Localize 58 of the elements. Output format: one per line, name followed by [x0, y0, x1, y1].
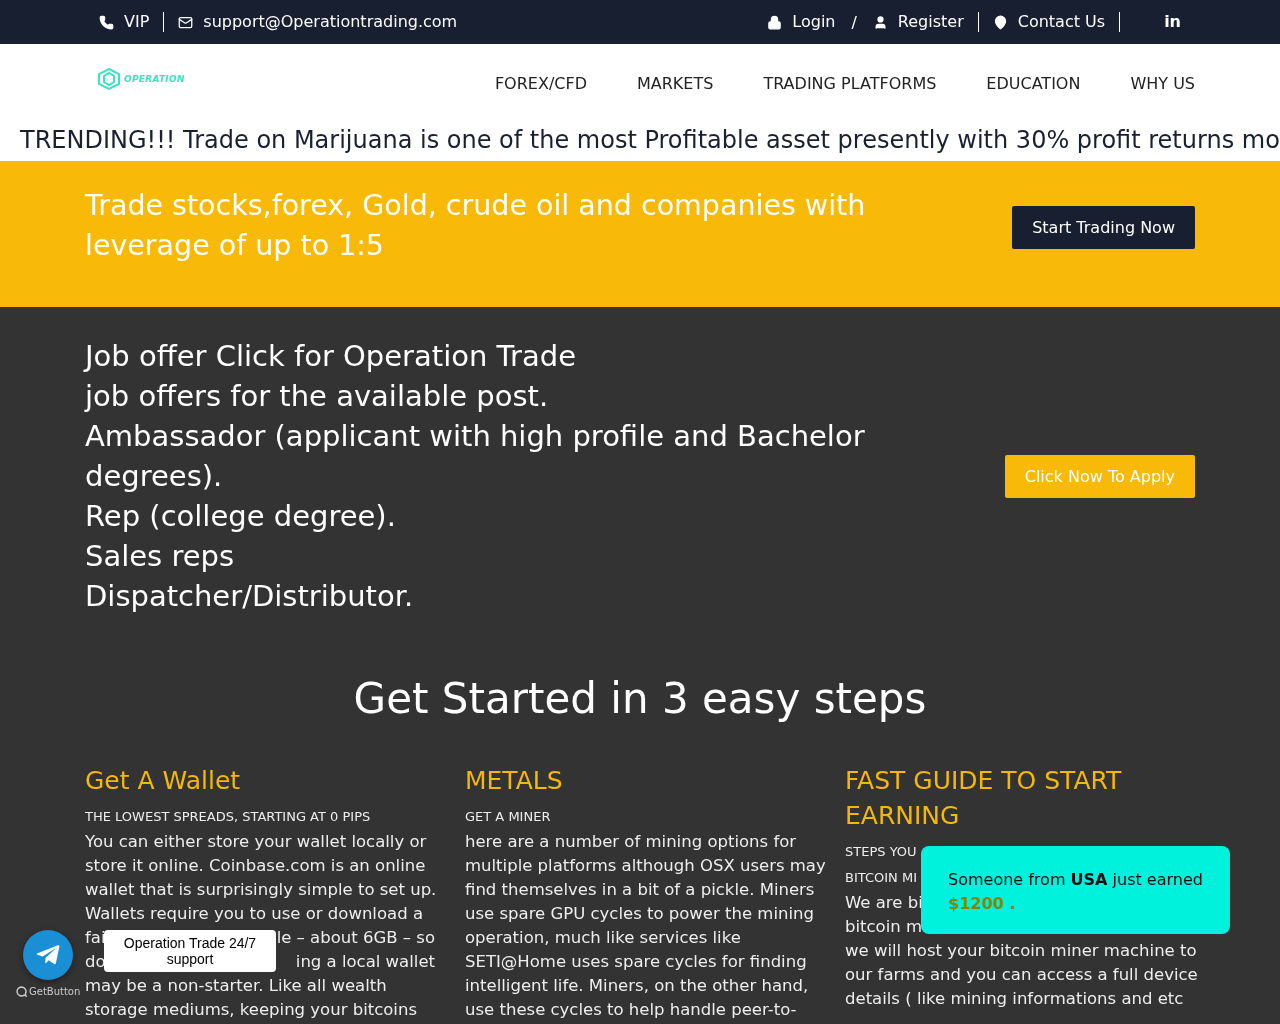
body-text: ing a local wallet	[295, 951, 435, 973]
body-text: use spare GPU cycles to power the mining	[465, 903, 814, 925]
body-text: You can either store your wallet locally or	[85, 831, 427, 853]
nav-link[interactable]: TRADING PLATFORMS	[763, 73, 937, 93]
body-text: store it online. Coinbase.com is an online	[85, 855, 426, 877]
body-text: details ( like mining informations and etc	[845, 988, 1184, 1010]
column-subtitle: BITCOIN MI	[845, 869, 917, 887]
top-bar-link[interactable]: Register	[858, 12, 978, 32]
mail-icon	[178, 14, 194, 30]
body-text: intelligent life. Miners, on the other hand,	[465, 975, 809, 997]
separator: /	[850, 12, 858, 32]
user-icon	[872, 14, 888, 30]
body-text: here are a number of mining options for	[465, 831, 797, 853]
nav-link[interactable]: MARKETS	[636, 73, 714, 93]
body-text: operation, much like services like	[465, 927, 741, 949]
column-title: FAST GUIDE TO START EARNING	[845, 765, 1123, 832]
body-text: do	[85, 951, 106, 973]
support-tooltip: Operation Trade 24/7 support	[104, 930, 276, 972]
body-text: wallet that is surprisingly simple to set up.	[85, 879, 437, 901]
map-pin-icon	[992, 14, 1008, 30]
top-bar-link[interactable]: Login	[753, 12, 850, 32]
body-text: SETI@Home uses spare cycles for finding	[465, 951, 807, 973]
column-title: Get A Wallet	[85, 765, 242, 797]
nav-link[interactable]: FOREX/CFD	[494, 73, 587, 93]
body-text: storage mediums, keeping your bitcoins	[85, 999, 417, 1021]
banner-text: Trade stocks,forex, Gold, crude oil and companies with leverage of up to 1:5	[85, 188, 867, 264]
column-title: METALS	[465, 765, 564, 797]
body-text: Wallets require you to use or download a	[85, 903, 423, 925]
section-heading: Get Started in 3 easy steps	[352, 674, 928, 723]
body-text: our farms and you can access a full device	[845, 964, 1198, 986]
column-subtitle: GET A MINER	[465, 808, 551, 826]
linkedin-link[interactable]: in	[1119, 12, 1195, 32]
top-bar-link[interactable]: VIP	[85, 12, 164, 32]
body-text: we will host your bitcoin miner machine to	[845, 940, 1197, 962]
body-text: le – about 6GB – so	[276, 927, 435, 949]
top-bar-link[interactable]: support@Operationtrading.com	[163, 12, 472, 32]
nav-link[interactable]: WHY US	[1130, 73, 1195, 93]
body-text: multiple platforms although OSX users may	[465, 855, 826, 877]
notification-message: Someone from USA just earned	[948, 869, 1203, 891]
body-text: fai	[85, 927, 106, 949]
nav-link[interactable]: EDUCATION	[986, 73, 1081, 93]
start-trading-button[interactable]: Start Trading Now	[1012, 205, 1195, 249]
column-subtitle: THE LOWEST SPREADS, STARTING AT 0 PIPS	[85, 808, 371, 826]
getbutton-link[interactable]: GetButton	[16, 986, 81, 997]
body-text: may be a non-starter. Like all wealth	[85, 975, 387, 997]
body-text: We are bi	[845, 892, 923, 914]
body-text: bitcoin m	[845, 916, 923, 938]
job-offer-text: Job offer Click for Operation Trade job offers for the available post. Ambassador (applicant with high profile and Bachelor degrees). Rep (college degree). Sales reps Dispatcher/Distributor.	[85, 338, 865, 615]
top-bar-link[interactable]: Contact Us	[977, 12, 1120, 32]
chat-icon	[16, 986, 27, 997]
body-text: use these cycles to help handle peer-to-	[465, 999, 797, 1021]
logo-text: OPERATION	[124, 74, 185, 84]
phone-icon	[99, 14, 114, 30]
earned-amount: $1200 .	[948, 893, 1016, 915]
body-text: find themselves in a bit of a pickle. Miners	[465, 879, 815, 901]
lock-icon	[767, 14, 783, 30]
column-subtitle: STEPS YOU	[845, 843, 917, 861]
cube-logo-icon	[96, 67, 122, 91]
